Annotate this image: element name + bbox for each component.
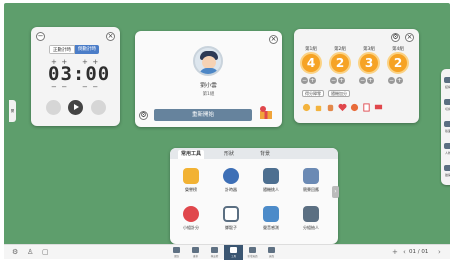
chevron-right-icon[interactable]: › [332, 186, 339, 198]
tools-button[interactable]: 工具 [224, 245, 243, 260]
bottom-toolbar: ⚙ ♙ ▢ 選取 畫筆 橡皮擦 工具 新增頁面 頁面 + ‹ 01 / 01 › [4, 244, 450, 260]
right-edge-panel: 結構 切換 版面 人物 離開 [441, 69, 450, 185]
thumbs-up-icon[interactable] [314, 103, 323, 112]
close-button[interactable]: × [269, 35, 278, 44]
user-icon[interactable]: ♙ [27, 248, 33, 256]
sound-wave-icon [263, 206, 279, 222]
score-adjust-buttons[interactable]: − + [359, 77, 375, 84]
dice-icon [223, 206, 239, 222]
reward-gift-icon[interactable] [259, 105, 273, 119]
stopwatch-icon [223, 168, 239, 184]
score-adjust-buttons[interactable]: − + [301, 77, 317, 84]
reset-scores-button[interactable]: 得分歸零 [302, 90, 324, 97]
chevron-right-icon[interactable]: › [438, 248, 441, 256]
student-name: 劉小雲 [200, 83, 217, 89]
group-score-medal[interactable]: 2 [329, 52, 351, 74]
play-button[interactable] [68, 100, 83, 115]
decrease-minutes-button[interactable]: − − [51, 83, 67, 91]
score-adjust-buttons[interactable]: − + [330, 77, 346, 84]
add-page-button[interactable]: 新增頁面 [243, 245, 262, 260]
tab-common-tools[interactable]: 常用工具 [178, 150, 204, 159]
score-adjust-buttons[interactable]: − + [388, 77, 404, 84]
group-scoreboard-widget: ⚙ × 第1組 第2組 第3組 第4組 4 2 3 2 − + − + − + − + … [294, 29, 419, 123]
add-page-icon [249, 247, 256, 253]
tool-sound-sensor[interactable]: 聲音感測 [256, 206, 286, 231]
whiteboard-canvas[interactable]: − × 正數計時 倒數計時 + + + + 03:00 − − − − × 劉小… [4, 3, 450, 259]
pen-tool-button[interactable]: 畫筆 [186, 245, 205, 260]
countdown-mode-tab[interactable]: 正數計時 [49, 45, 75, 54]
exit-icon[interactable] [444, 165, 450, 171]
chevron-left-icon[interactable]: ‹ [403, 248, 406, 256]
student-group: 第1組 [202, 92, 215, 97]
page-indicator: 01 / 01 [409, 249, 429, 255]
contest-icon [303, 168, 319, 184]
timer-widget: − × 正數計時 倒數計時 + + + + 03:00 − − − − [31, 27, 120, 126]
tools-panel: 常用工具 形狀 背景 榮譽榜 計時器 隨機挑人 競賽回應 小組計分 擲骰子 聲音… [170, 148, 339, 244]
close-button[interactable]: × [106, 32, 115, 41]
notebook-icon[interactable] [362, 103, 371, 112]
group-score-medal[interactable]: 2 [387, 52, 409, 74]
tool-dice[interactable]: 擲骰子 [216, 206, 246, 231]
tool-honor-roll[interactable]: 榮譽榜 [176, 168, 206, 193]
tool-group-draw[interactable]: 分組抽人 [296, 206, 326, 231]
flag-icon[interactable] [374, 103, 383, 112]
person-icon[interactable] [444, 143, 450, 149]
main-tools: 選取 畫筆 橡皮擦 工具 新增頁面 頁面 [167, 245, 301, 260]
add-icon[interactable]: + [392, 248, 398, 256]
group-score-medal[interactable]: 4 [300, 52, 322, 74]
heart-icon[interactable] [302, 103, 311, 112]
trophy-icon [183, 168, 199, 184]
random-picker-widget: × 劉小雲 第1組 ⚙ 重新開始 [135, 31, 282, 127]
hand-icon[interactable] [326, 103, 335, 112]
tools-icon [230, 247, 237, 253]
heart-icon[interactable] [338, 103, 347, 112]
settings-icon[interactable]: ⚙ [139, 111, 148, 120]
eraser-icon [211, 247, 218, 253]
tool-random-pick[interactable]: 隨機挑人 [256, 168, 286, 193]
tab-background[interactable]: 背景 [252, 150, 278, 159]
tool-group-score[interactable]: 小組計分 [176, 206, 206, 231]
badge-icon[interactable] [350, 103, 359, 112]
switch-icon[interactable] [444, 99, 450, 105]
structure-icon[interactable] [444, 77, 450, 83]
countup-mode-tab[interactable]: 倒數計時 [75, 45, 99, 54]
draw-lots-icon [303, 206, 319, 222]
restart-button[interactable]: 重新開始 [154, 109, 252, 121]
tool-timer[interactable]: 計時器 [216, 168, 246, 193]
fullscreen-button[interactable] [46, 100, 61, 115]
tool-contest[interactable]: 競賽回應 [296, 168, 326, 193]
settings-icon[interactable]: ⚙ [391, 33, 400, 42]
student-avatar [193, 46, 223, 76]
pages-icon [268, 247, 275, 253]
close-button[interactable]: × [405, 33, 414, 42]
pen-icon [192, 247, 199, 253]
tools-tabbar: 常用工具 形狀 背景 [170, 148, 338, 159]
window-icon[interactable]: ▢ [42, 248, 49, 256]
timer-mode-switch: 正數計時 倒數計時 [49, 45, 99, 54]
group-icon [263, 168, 279, 184]
score-icon [183, 206, 199, 222]
timer-display: 03:00 [48, 63, 111, 85]
tab-shapes[interactable]: 形狀 [216, 150, 242, 159]
decrease-seconds-button[interactable]: − − [82, 83, 98, 91]
minimize-button[interactable]: − [36, 32, 45, 41]
cursor-icon [173, 247, 180, 253]
layout-icon[interactable] [444, 121, 450, 127]
left-panel-tab[interactable]: 開 [9, 100, 16, 122]
settings-icon[interactable]: ⚙ [12, 248, 18, 256]
reset-button[interactable] [91, 100, 106, 115]
random-score-button[interactable]: 隨機加分 [328, 90, 350, 97]
eraser-tool-button[interactable]: 橡皮擦 [205, 245, 224, 260]
group-score-medal[interactable]: 3 [358, 52, 380, 74]
select-tool-button[interactable]: 選取 [167, 245, 186, 260]
pages-button[interactable]: 頁面 [262, 245, 281, 260]
